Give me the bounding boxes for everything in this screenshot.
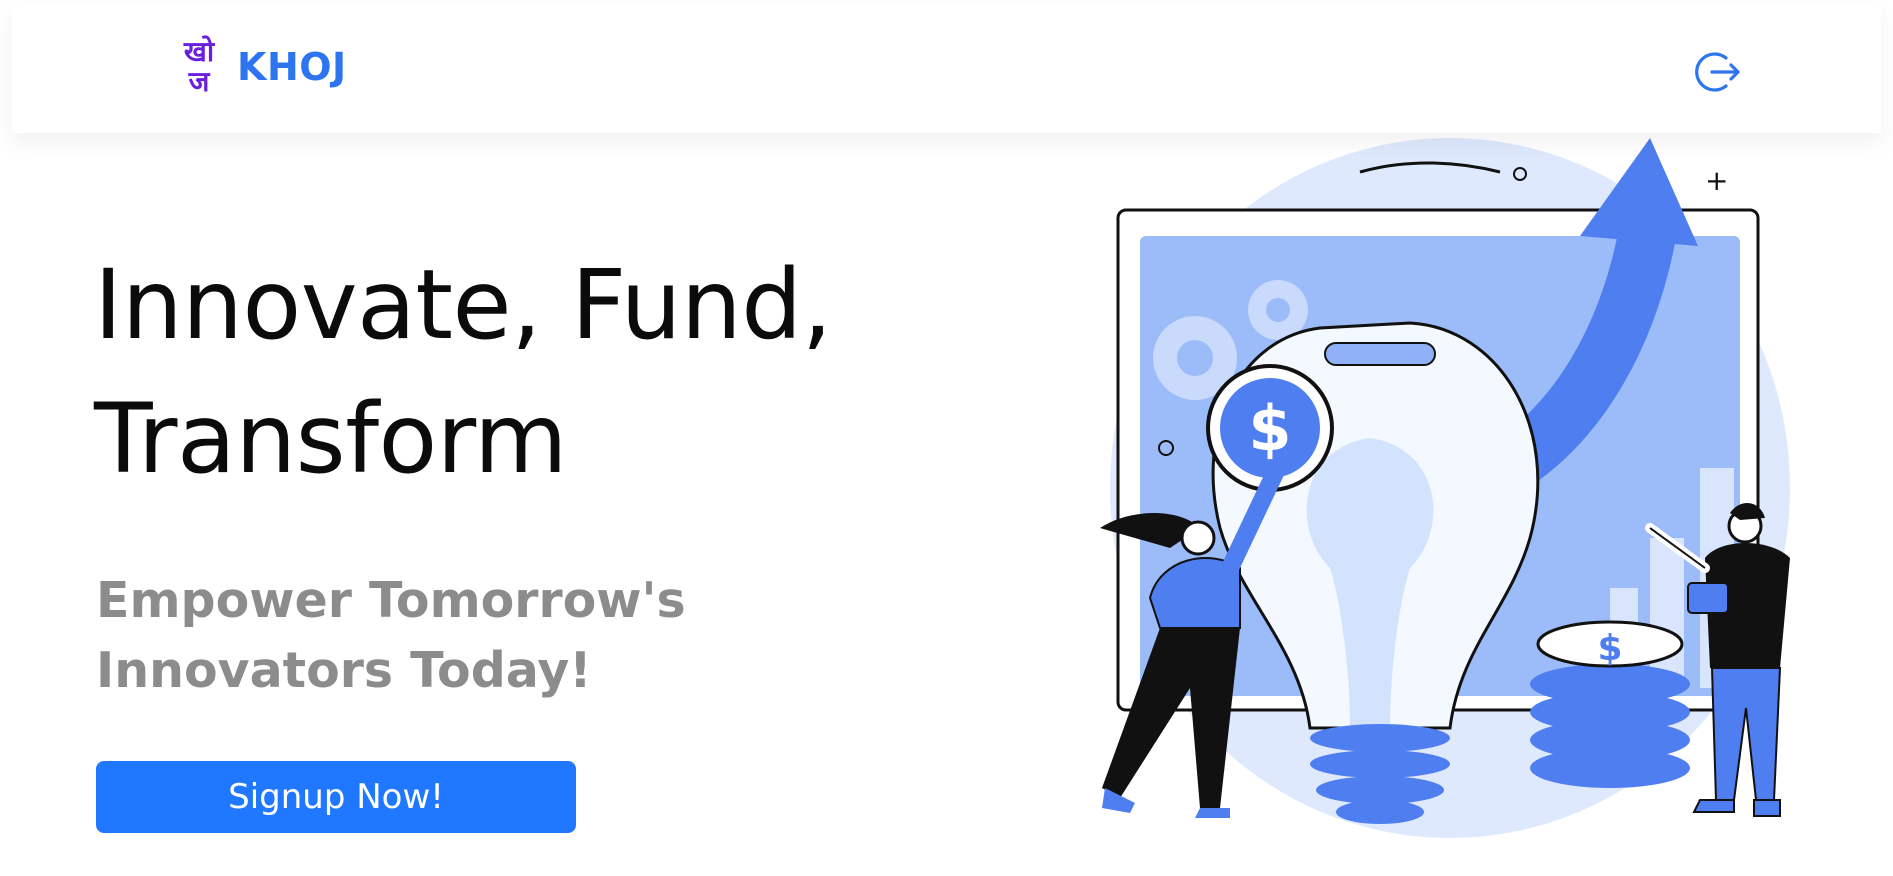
logo-mark-icon: खो ज <box>175 37 223 97</box>
svg-text:+: + <box>1705 164 1728 197</box>
logout-icon <box>1695 52 1740 92</box>
hero-title-line-1: Innovate, Fund, <box>94 249 832 361</box>
brand-name: KHOJ <box>237 45 347 89</box>
hero-illustration: + $ $ <box>1090 128 1800 848</box>
logout-button[interactable] <box>1695 49 1743 95</box>
hero-subtitle: Empower Tomorrow's Innovators Today! <box>96 566 736 706</box>
hero-subtitle-line-2: Innovators Today! <box>96 642 592 699</box>
signup-button[interactable]: Signup Now! <box>96 761 576 833</box>
logo-line-2: ज <box>188 65 210 98</box>
svg-text:$: $ <box>1597 628 1622 669</box>
navbar: खो ज KHOJ <box>12 3 1881 133</box>
chart-bar <box>1650 538 1684 688</box>
hero-subtitle-line-1: Empower Tomorrow's <box>96 572 686 629</box>
brand-logo[interactable]: खो ज KHOJ <box>175 37 347 97</box>
svg-text:$: $ <box>1248 392 1291 465</box>
bulb-base <box>1310 724 1450 752</box>
logo-line-1: खो <box>183 35 215 68</box>
landing-page: + $ $ खो ज KHOJ Innovate, Fund, Transfor… <box>0 0 1893 876</box>
hero-title-line-2: Transform <box>94 383 568 495</box>
hero-title: Innovate, Fund, Transform <box>94 238 854 506</box>
